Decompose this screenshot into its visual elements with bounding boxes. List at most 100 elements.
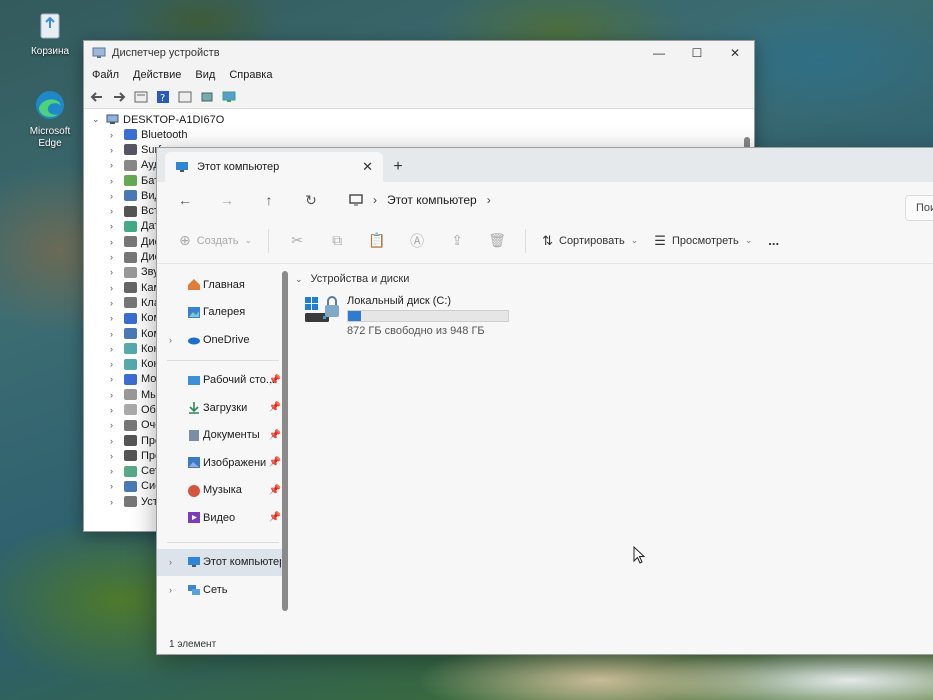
chevron-down-icon: ⌄ bbox=[744, 235, 753, 245]
scan-hardware-icon[interactable] bbox=[198, 88, 216, 106]
pin-icon[interactable]: 📌 bbox=[269, 430, 281, 441]
desktop-icon-label: Корзина bbox=[30, 46, 70, 57]
help-icon[interactable]: ? bbox=[154, 88, 172, 106]
sidebar-item-music[interactable]: Музыка 📌 bbox=[157, 477, 283, 505]
monitor-icon[interactable] bbox=[220, 88, 238, 106]
chevron-right-icon[interactable]: › bbox=[110, 451, 120, 461]
menu-help[interactable]: Справка bbox=[229, 69, 272, 81]
menu-action[interactable]: Действие bbox=[133, 69, 181, 81]
device-category-icon bbox=[124, 419, 137, 431]
chevron-right-icon[interactable]: › bbox=[110, 176, 120, 186]
sidebar-item-desktop[interactable]: Рабочий сто... 📌 bbox=[157, 367, 283, 395]
more-options-button[interactable]: ... bbox=[760, 225, 787, 257]
chevron-right-icon[interactable]: › bbox=[110, 374, 120, 384]
chevron-right-icon[interactable]: › bbox=[110, 390, 120, 400]
create-button[interactable]: ⊕ Создать ⌄ bbox=[171, 225, 260, 257]
chevron-right-icon[interactable]: › bbox=[110, 191, 120, 201]
tree-root[interactable]: ⌄ DESKTOP-A1DI67O bbox=[92, 112, 754, 127]
chevron-right-icon[interactable]: › bbox=[110, 313, 120, 323]
cut-icon[interactable]: ✂ bbox=[286, 230, 308, 252]
sidebar-item-downloads[interactable]: Загрузки 📌 bbox=[157, 394, 283, 422]
mouse-cursor-icon bbox=[633, 546, 646, 564]
device-category-icon bbox=[124, 129, 137, 141]
copy-icon[interactable]: ⧉ bbox=[326, 230, 348, 252]
pin-icon[interactable]: 📌 bbox=[269, 485, 281, 496]
chevron-right-icon[interactable]: › bbox=[110, 436, 120, 446]
edge-icon bbox=[33, 88, 67, 122]
chevron-right-icon[interactable]: › bbox=[169, 557, 172, 567]
sidebar-item-home[interactable]: Главная bbox=[157, 271, 283, 299]
sidebar-item-this-pc[interactable]: › Этот компьютер bbox=[157, 548, 283, 576]
sidebar-item-label: Музыка bbox=[203, 484, 242, 497]
tab-this-pc[interactable]: Этот компьютер ✕ bbox=[165, 152, 383, 182]
new-tab-button[interactable]: + bbox=[383, 152, 413, 182]
forward-arrow-icon[interactable] bbox=[110, 88, 128, 106]
back-arrow-icon[interactable] bbox=[88, 88, 106, 106]
properties-icon[interactable] bbox=[132, 88, 150, 106]
chevron-right-icon[interactable]: › bbox=[110, 420, 120, 430]
desktop-icon-edge[interactable]: Microsoft Edge bbox=[20, 88, 80, 150]
forward-button[interactable]: → bbox=[209, 186, 245, 214]
chevron-right-icon[interactable]: › bbox=[110, 466, 120, 476]
device-category[interactable]: › Bluetooth bbox=[92, 127, 754, 142]
chevron-right-icon[interactable]: › bbox=[169, 585, 172, 595]
sidebar-item-pictures[interactable]: Изображени 📌 bbox=[157, 449, 283, 477]
close-button[interactable]: ✕ bbox=[716, 41, 754, 65]
back-button[interactable]: ← bbox=[167, 186, 203, 214]
up-button[interactable]: ↑ bbox=[251, 186, 287, 214]
desktop-icon-recycle-bin[interactable]: Корзина bbox=[20, 8, 80, 57]
sidebar-item-label: OneDrive bbox=[203, 333, 250, 346]
pin-icon[interactable]: 📌 bbox=[269, 512, 281, 523]
delete-icon[interactable]: 🗑 bbox=[486, 230, 508, 252]
chevron-right-icon[interactable]: › bbox=[110, 298, 120, 308]
menu-file[interactable]: Файл bbox=[92, 69, 119, 81]
chevron-right-icon[interactable]: › bbox=[110, 405, 120, 415]
chevron-right-icon[interactable]: › bbox=[110, 283, 120, 293]
breadcrumb-chevron-icon[interactable]: › bbox=[487, 193, 491, 207]
share-icon[interactable]: ⇪ bbox=[446, 230, 468, 252]
tab-close-icon[interactable]: ✕ bbox=[362, 159, 373, 175]
sidebar-item-network[interactable]: › Сеть bbox=[157, 576, 283, 604]
address-bar[interactable]: › Этот компьютер › bbox=[339, 186, 879, 214]
chevron-right-icon[interactable]: › bbox=[110, 481, 120, 491]
sidebar-item-documents[interactable]: Документы 📌 bbox=[157, 422, 283, 450]
pin-icon[interactable]: 📌 bbox=[269, 457, 281, 468]
sort-button[interactable]: ⇅ Сортировать ⌄ bbox=[534, 225, 646, 257]
device-category-label: Мо bbox=[141, 373, 157, 386]
sort-label: Сортировать bbox=[559, 234, 625, 247]
chevron-right-icon[interactable]: › bbox=[110, 160, 120, 170]
group-header-devices[interactable]: ⌄ Устройства и диски bbox=[295, 271, 933, 287]
chevron-right-icon[interactable]: › bbox=[110, 145, 120, 155]
pin-icon[interactable]: 📌 bbox=[269, 402, 281, 413]
pin-icon[interactable]: 📌 bbox=[269, 375, 281, 386]
refresh-button[interactable]: ↻ bbox=[293, 186, 329, 214]
chevron-right-icon[interactable]: › bbox=[110, 237, 120, 247]
search-input[interactable]: Поиск в bbox=[905, 195, 933, 221]
update-driver-icon[interactable] bbox=[176, 88, 194, 106]
minimize-button[interactable]: — bbox=[640, 41, 678, 65]
device-category-icon bbox=[124, 373, 137, 385]
chevron-right-icon[interactable]: › bbox=[110, 329, 120, 339]
chevron-right-icon[interactable]: › bbox=[110, 130, 120, 140]
device-manager-titlebar[interactable]: Диспетчер устройств — ☐ ✕ bbox=[84, 41, 754, 65]
paste-icon[interactable]: 📋 bbox=[366, 230, 388, 252]
chevron-right-icon[interactable]: › bbox=[110, 206, 120, 216]
sidebar-divider bbox=[167, 541, 279, 543]
view-button[interactable]: ☰ Просмотреть ⌄ bbox=[646, 225, 760, 257]
sidebar-item-videos[interactable]: Видео 📌 bbox=[157, 504, 283, 532]
chevron-right-icon[interactable]: › bbox=[110, 267, 120, 277]
sidebar-item-onedrive[interactable]: › OneDrive bbox=[157, 326, 283, 354]
chevron-right-icon[interactable]: › bbox=[110, 497, 120, 507]
drive-item-c[interactable]: Локальный диск (C:) 872 ГБ свободно из 9… bbox=[303, 293, 933, 337]
rename-icon[interactable]: Ⓐ bbox=[406, 230, 428, 252]
chevron-right-icon[interactable]: › bbox=[110, 359, 120, 369]
chevron-right-icon[interactable]: › bbox=[110, 344, 120, 354]
sidebar-item-gallery[interactable]: Галерея bbox=[157, 299, 283, 327]
chevron-right-icon[interactable]: › bbox=[169, 335, 172, 345]
maximize-button[interactable]: ☐ bbox=[678, 41, 716, 65]
menu-view[interactable]: Вид bbox=[195, 69, 215, 81]
chevron-right-icon[interactable]: › bbox=[110, 221, 120, 231]
divider bbox=[268, 228, 270, 253]
breadcrumb-this-pc[interactable]: Этот компьютер bbox=[387, 193, 477, 207]
chevron-right-icon[interactable]: › bbox=[110, 252, 120, 262]
